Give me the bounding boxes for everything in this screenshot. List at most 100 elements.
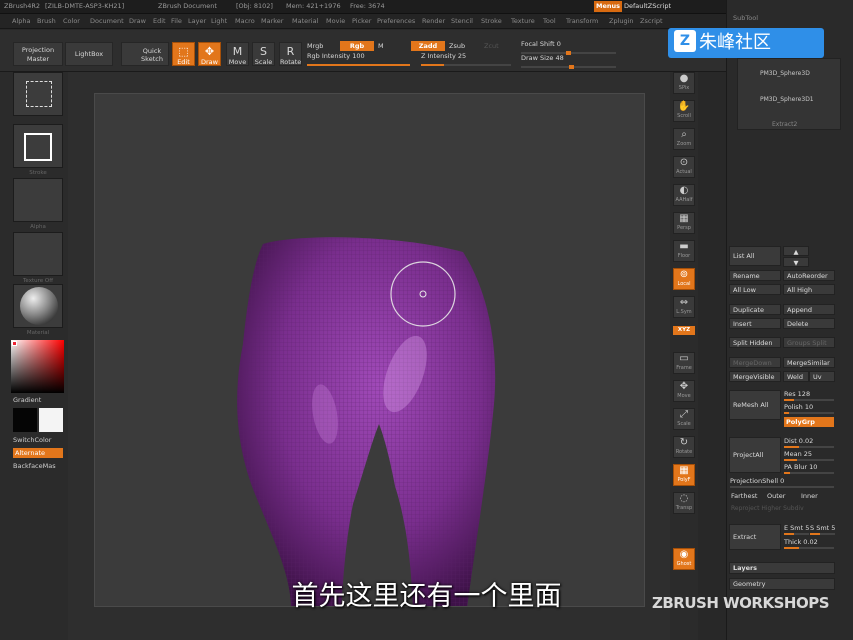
menu-document[interactable]: Document — [90, 17, 124, 25]
shelf-button-persp[interactable]: ▦ Persp — [673, 212, 695, 234]
menu-light[interactable]: Light — [211, 17, 227, 25]
merge-down-button[interactable]: MergeDown — [729, 357, 781, 368]
zsub-button[interactable]: Zsub — [449, 42, 465, 50]
menu-macro[interactable]: Macro — [235, 17, 255, 25]
rename-button[interactable]: Rename — [729, 270, 781, 281]
e-smt-slider[interactable]: E Smt 5 — [784, 524, 809, 535]
menu-file[interactable]: File — [171, 17, 182, 25]
shelf-button-l-sym[interactable]: ⇔ L.Sym — [673, 296, 695, 318]
menu-draw[interactable]: Draw — [129, 17, 146, 25]
s-smt-slider[interactable]: S Smt 5 — [810, 524, 835, 535]
menu-preferences[interactable]: Preferences — [377, 17, 415, 25]
shelf-button-polyf[interactable]: ▦ PolyF — [673, 464, 695, 486]
projection-shell-slider[interactable]: ProjectionShell 0 — [730, 477, 834, 488]
polish-slider[interactable]: Polish 10 — [784, 403, 834, 414]
menu-picker[interactable]: Picker — [352, 17, 371, 25]
brush-thumbnail[interactable] — [13, 72, 63, 116]
reproject-higher-button[interactable]: Reproject Higher Subdiv — [731, 505, 804, 512]
menu-transform[interactable]: Transform — [566, 17, 598, 25]
draw-button[interactable]: ✥ Draw — [198, 42, 221, 66]
menu-brush[interactable]: Brush — [37, 17, 56, 25]
shelf-button-frame[interactable]: ▭ Frame — [673, 352, 695, 374]
layers-header[interactable]: Layers — [729, 562, 835, 574]
xyz-symmetry-button[interactable]: XYZ — [673, 326, 695, 335]
zadd-button[interactable]: Zadd — [411, 41, 445, 51]
secondary-color-swatch[interactable] — [39, 408, 63, 432]
main-color-swatch[interactable] — [13, 408, 37, 432]
all-high-button[interactable]: All High — [783, 284, 835, 295]
shelf-button-ghost[interactable]: ◉ Ghost — [673, 548, 695, 570]
menu-alpha[interactable]: Alpha — [12, 17, 30, 25]
shelf-button-zoom[interactable]: ⌕ Zoom — [673, 128, 695, 150]
menu-edit[interactable]: Edit — [153, 17, 166, 25]
switchcolor-button[interactable]: SwitchColor — [13, 436, 51, 444]
groups-split-button[interactable]: Groups Split — [783, 337, 835, 348]
menu-movie[interactable]: Movie — [326, 17, 345, 25]
project-all-button[interactable]: ProjectAll — [729, 437, 781, 473]
subtool-item-1[interactable]: PM3D_Sphere3D — [760, 70, 810, 77]
z-intensity-slider[interactable]: Z Intensity 25 — [421, 52, 511, 66]
append-button[interactable]: Append — [783, 304, 835, 315]
subtool-extract-item[interactable]: Extract2 — [772, 121, 797, 128]
m-button[interactable]: M — [378, 42, 384, 50]
shelf-button-transp[interactable]: ◌ Transp — [673, 492, 695, 514]
dist-slider[interactable]: Dist 0.02 — [784, 437, 834, 448]
inner-button[interactable]: Inner — [801, 492, 818, 500]
rgb-button[interactable]: Rgb — [340, 41, 374, 51]
extract-button[interactable]: Extract — [729, 524, 781, 550]
shelf-button-scale[interactable]: ⤢ Scale — [673, 408, 695, 430]
draw-size-slider[interactable]: Draw Size 48 — [521, 54, 616, 69]
shelf-button-floor[interactable]: ▬ Floor — [673, 240, 695, 262]
thick-slider[interactable]: Thick 0.02 — [784, 538, 834, 549]
default-zscript-button[interactable]: DefaultZScript — [624, 2, 671, 10]
subtool-item-2[interactable]: PM3D_Sphere3D1 — [760, 96, 814, 103]
edit-button[interactable]: ⬚ Edit — [172, 42, 195, 66]
lightbox-button[interactable]: LightBox — [65, 42, 113, 66]
outer-button[interactable]: Outer — [767, 492, 785, 500]
up-arrow-button[interactable]: ▲ — [783, 246, 809, 256]
autoreorder-button[interactable]: AutoReorder — [783, 270, 835, 281]
scale-button[interactable]: S Scale — [252, 42, 275, 66]
merge-similar-button[interactable]: MergeSimilar — [783, 357, 835, 368]
uv-button[interactable]: Uv — [809, 371, 835, 382]
menu-stroke[interactable]: Stroke — [481, 17, 502, 25]
menu-texture[interactable]: Texture — [511, 17, 535, 25]
menu-render[interactable]: Render — [422, 17, 445, 25]
shelf-button-rotate[interactable]: ↻ Rotate — [673, 436, 695, 458]
menu-tool[interactable]: Tool — [543, 17, 556, 25]
pa-blur-slider[interactable]: PA Blur 10 — [784, 463, 834, 474]
shelf-button-aahalf[interactable]: ◐ AAHalf — [673, 184, 695, 206]
menu-material[interactable]: Material — [292, 17, 318, 25]
texture-thumbnail[interactable]: Texture Off — [13, 232, 63, 284]
insert-button[interactable]: Insert — [729, 318, 781, 329]
alpha-thumbnail[interactable]: Alpha — [13, 178, 63, 230]
menu-color[interactable]: Color — [63, 17, 80, 25]
shelf-button-move[interactable]: ✥ Move — [673, 380, 695, 402]
rgb-intensity-slider[interactable]: Rgb Intensity 100 — [307, 52, 410, 66]
quick-sketch-button[interactable]: Quick Sketch — [121, 42, 169, 66]
shelf-button-actual[interactable]: ⊙ Actual — [673, 156, 695, 178]
shelf-button-spix[interactable]: ● SPix — [673, 72, 695, 94]
document-canvas[interactable] — [94, 93, 645, 607]
mrgb-button[interactable]: Mrgb — [307, 42, 323, 50]
down-arrow-button[interactable]: ▼ — [783, 257, 809, 267]
alternate-button[interactable]: Alternate — [13, 448, 63, 458]
focal-shift-slider[interactable]: Focal Shift 0 — [521, 40, 616, 55]
merge-visible-button[interactable]: MergeVisible — [729, 371, 781, 382]
res-slider[interactable]: Res 128 — [784, 390, 834, 401]
menu-marker[interactable]: Marker — [261, 17, 283, 25]
menu-layer[interactable]: Layer — [188, 17, 206, 25]
rotate-button[interactable]: R Rotate — [279, 42, 302, 66]
delete-button[interactable]: Delete — [783, 318, 835, 329]
menus-button[interactable]: Menus — [594, 1, 622, 12]
menu-zscript[interactable]: Zscript — [640, 17, 663, 25]
all-low-button[interactable]: All Low — [729, 284, 781, 295]
mean-slider[interactable]: Mean 25 — [784, 450, 834, 461]
stroke-thumbnail[interactable]: Stroke — [13, 124, 63, 176]
split-hidden-button[interactable]: Split Hidden — [729, 337, 781, 348]
farthest-button[interactable]: Farthest — [731, 492, 757, 500]
zcut-button[interactable]: Zcut — [484, 42, 499, 50]
backface-mask-button[interactable]: BackfaceMas — [13, 462, 56, 470]
material-thumbnail[interactable]: Material — [13, 284, 63, 336]
gradient-label[interactable]: Gradient — [13, 396, 41, 404]
